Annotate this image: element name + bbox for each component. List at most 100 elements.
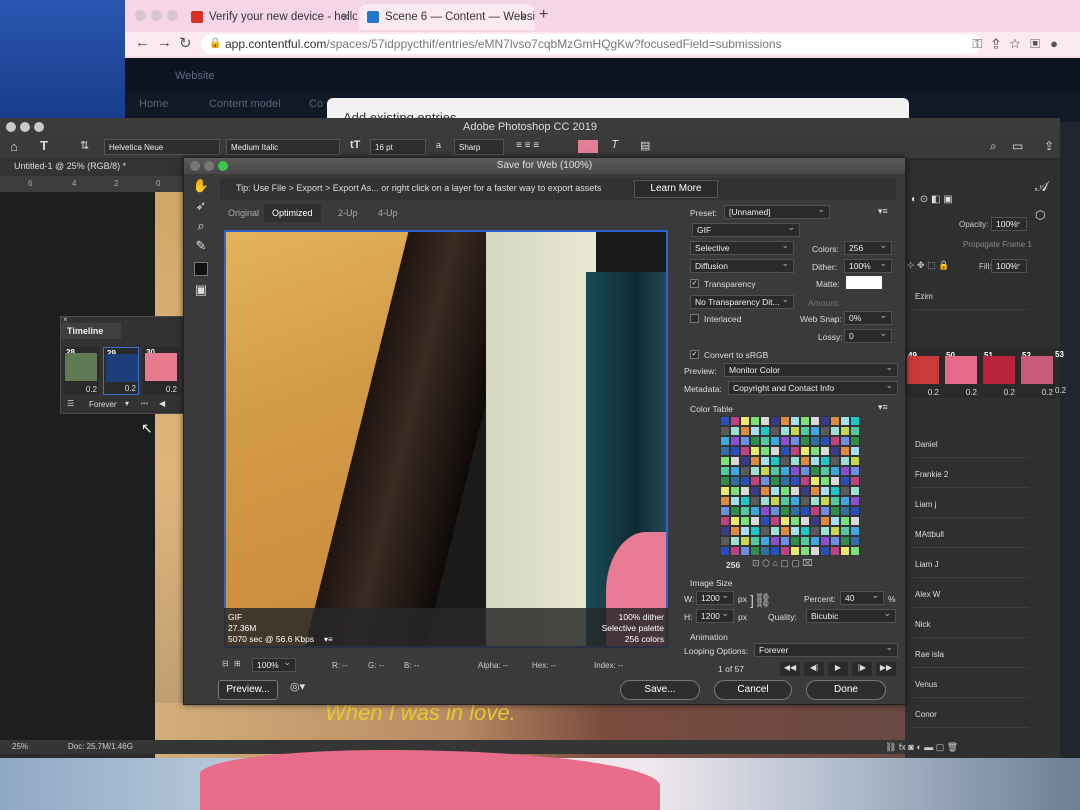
layer-row[interactable]: Daniel <box>911 430 1029 458</box>
forward-icon[interactable]: → <box>157 34 172 51</box>
layer-row[interactable]: Rae isla <box>911 640 1029 668</box>
color-swatch[interactable] <box>850 446 860 456</box>
color-swatch[interactable] <box>800 526 810 536</box>
color-swatch[interactable] <box>840 506 850 516</box>
color-swatch[interactable] <box>740 466 750 476</box>
workspace-icon[interactable]: ▭ <box>1012 139 1023 153</box>
color-swatch[interactable] <box>750 426 760 436</box>
color-swatch[interactable] <box>720 416 730 426</box>
timeline-frame[interactable]: 500.2 <box>943 350 979 398</box>
color-swatch[interactable] <box>730 426 740 436</box>
zoom-select[interactable]: 100% <box>252 658 296 672</box>
color-swatch[interactable] <box>740 506 750 516</box>
cms-nav-content-model[interactable]: Content model <box>209 98 281 110</box>
layer-row[interactable]: Frankie 2 <box>911 460 1029 488</box>
canvas-pasteboard[interactable] <box>0 192 155 748</box>
frame-duration[interactable]: 0.2 <box>966 388 977 397</box>
color-swatch[interactable] <box>750 546 760 556</box>
color-swatch[interactable] <box>740 446 750 456</box>
color-swatch[interactable] <box>840 456 850 466</box>
layer-row[interactable]: Ezim <box>911 282 1029 310</box>
color-swatch[interactable] <box>790 516 800 526</box>
close-window-icon[interactable] <box>6 122 16 132</box>
preview-button[interactable]: Preview... <box>218 680 278 700</box>
minimize-window-icon[interactable] <box>204 161 214 171</box>
color-swatch[interactable] <box>790 436 800 446</box>
color-swatch[interactable] <box>740 486 750 496</box>
close-icon[interactable]: × <box>342 10 349 24</box>
reload-icon[interactable]: ↻ <box>179 34 192 52</box>
color-swatch[interactable] <box>790 496 800 506</box>
color-swatch[interactable] <box>850 416 860 426</box>
color-swatch[interactable] <box>720 476 730 486</box>
color-swatch[interactable] <box>730 446 740 456</box>
canvas-image[interactable] <box>155 192 185 748</box>
color-swatch[interactable] <box>720 506 730 516</box>
close-window-icon[interactable] <box>135 10 146 21</box>
color-swatch[interactable] <box>790 416 800 426</box>
dither-algorithm-select[interactable]: Diffusion <box>690 259 794 273</box>
frame-duration[interactable]: 0.2 <box>125 384 136 393</box>
color-swatch[interactable] <box>760 526 770 536</box>
color-swatch[interactable] <box>740 546 750 556</box>
color-swatch[interactable] <box>770 516 780 526</box>
color-swatch[interactable] <box>760 426 770 436</box>
color-swatch[interactable] <box>820 466 830 476</box>
dither-field[interactable]: 100% <box>844 259 892 273</box>
zoom-tool-icon[interactable]: ⌕ <box>190 218 212 238</box>
color-swatch[interactable] <box>810 436 820 446</box>
panels-icon[interactable]: ▤ <box>640 139 650 152</box>
back-icon[interactable]: ← <box>135 34 150 51</box>
color-swatch[interactable] <box>760 546 770 556</box>
cms-breadcrumb[interactable]: Website <box>175 70 215 82</box>
color-swatch[interactable] <box>840 416 850 426</box>
fill-field[interactable]: 100% <box>991 259 1027 273</box>
color-swatch[interactable] <box>840 486 850 496</box>
optimized-preview[interactable] <box>224 230 668 648</box>
color-swatch[interactable] <box>720 486 730 496</box>
color-swatch[interactable] <box>810 446 820 456</box>
color-swatch[interactable] <box>840 516 850 526</box>
color-swatch[interactable] <box>780 436 790 446</box>
color-swatch[interactable] <box>800 546 810 556</box>
color-swatch[interactable] <box>750 476 760 486</box>
antialias-select[interactable]: Sharp <box>454 139 504 155</box>
color-swatch[interactable] <box>800 536 810 546</box>
color-swatch[interactable] <box>820 476 830 486</box>
layer-row[interactable]: Liam J <box>911 550 1029 578</box>
color-swatch[interactable] <box>750 486 760 496</box>
last-frame-icon[interactable]: ▶▶ <box>876 662 896 676</box>
color-swatch[interactable] <box>850 506 860 516</box>
chevron-down-icon[interactable]: ▾ <box>125 399 129 408</box>
color-swatch[interactable] <box>750 466 760 476</box>
color-swatch[interactable] <box>830 506 840 516</box>
browser-toolbar-icons[interactable]: ⚿⇪☆▣● <box>972 36 1068 52</box>
layer-adjust-icons[interactable]: ◐ ⊙ ◧ ▣ <box>911 194 953 205</box>
color-swatch[interactable] <box>820 426 830 436</box>
color-swatch[interactable] <box>830 486 840 496</box>
color-swatch[interactable] <box>820 446 830 456</box>
tab-contentful[interactable]: Scene 6 — Content — Website × <box>359 4 535 30</box>
play-icon[interactable]: ▶ <box>828 662 848 676</box>
color-swatch[interactable] <box>780 526 790 536</box>
frame-duration[interactable]: 0.2 <box>86 385 97 394</box>
optimize-menu-icon[interactable]: ▾≡ <box>878 206 888 217</box>
color-swatch[interactable] <box>730 536 740 546</box>
color-swatch[interactable] <box>760 536 770 546</box>
color-swatch[interactable] <box>810 526 820 536</box>
color-swatch[interactable] <box>780 416 790 426</box>
lock-icon[interactable]: 🔒 <box>209 38 221 49</box>
hand-tool-icon[interactable]: ✋ <box>190 178 212 198</box>
color-swatch[interactable] <box>820 436 830 446</box>
color-swatch[interactable] <box>750 536 760 546</box>
color-swatch[interactable] <box>800 516 810 526</box>
color-swatch[interactable] <box>780 506 790 516</box>
quality-select[interactable]: Bicubic <box>806 609 896 623</box>
color-swatch[interactable] <box>810 476 820 486</box>
color-swatch[interactable] <box>720 446 730 456</box>
color-reduction-select[interactable]: Selective <box>690 241 794 255</box>
color-swatch[interactable] <box>760 486 770 496</box>
color-swatch[interactable] <box>770 476 780 486</box>
next-frame-icon[interactable]: |▶ <box>852 662 872 676</box>
color-swatch[interactable] <box>740 456 750 466</box>
